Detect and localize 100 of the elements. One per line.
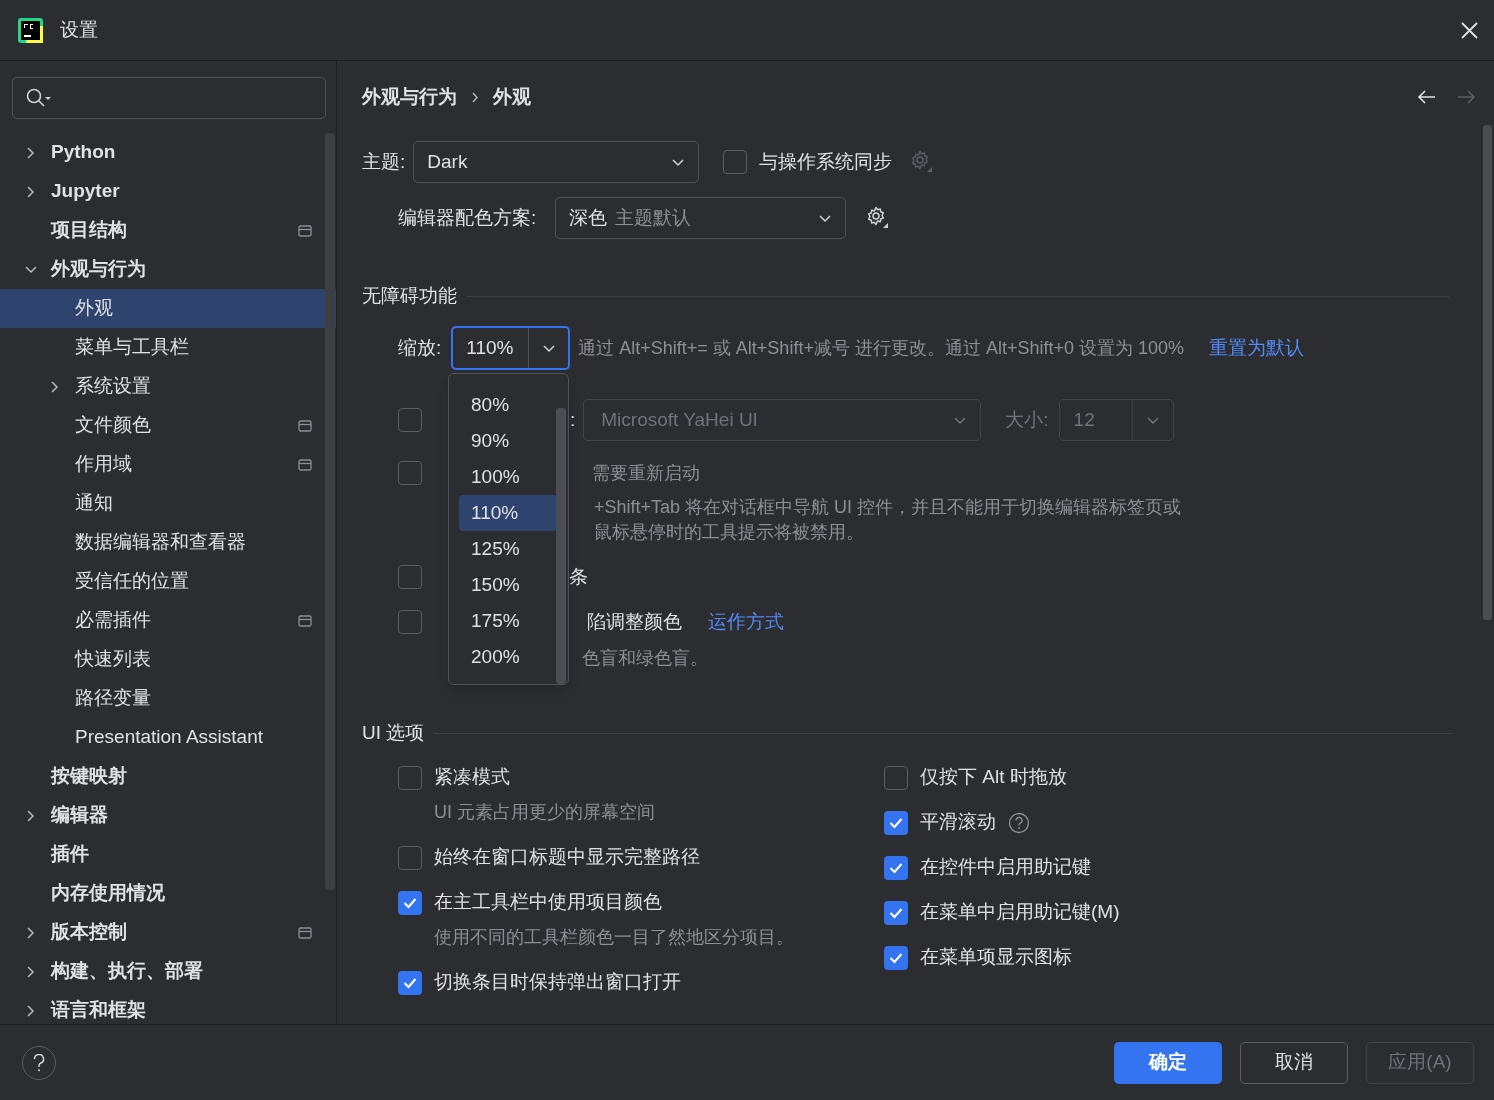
checkbox-label: 仅按下 Alt 时拖放 <box>920 765 1067 790</box>
description-text: 鼠标悬停时的工具提示将被禁用。 <box>594 521 864 544</box>
sidebar-item[interactable]: Presentation Assistant <box>0 718 336 757</box>
dialog-button[interactable]: 确定 <box>1114 1041 1222 1084</box>
search-icon <box>26 88 52 108</box>
sidebar-item[interactable]: 快速列表 <box>0 640 336 679</box>
sidebar-item[interactable]: 语言和框架 <box>0 991 336 1030</box>
sidebar-item[interactable]: Python <box>0 133 336 172</box>
sidebar-item[interactable]: Jupyter <box>0 172 336 211</box>
checkbox-label: 在菜单项显示图标 <box>920 945 1072 970</box>
checkbox-label: 在菜单中启用助记键(M) <box>920 900 1120 925</box>
question-mark-icon <box>33 1053 45 1072</box>
sidebar-item[interactable]: 版本控制 <box>0 913 336 952</box>
checkbox[interactable] <box>398 890 422 915</box>
chevron-down-icon <box>953 414 968 426</box>
dropdown-option[interactable]: 110% <box>459 495 557 531</box>
breadcrumb-item[interactable]: 外观与行为 <box>362 82 457 112</box>
chevron-down-icon <box>1145 414 1160 426</box>
checkbox[interactable] <box>398 461 422 485</box>
size-field: 12 <box>1058 399 1174 441</box>
chevron-down-icon <box>671 156 686 168</box>
sidebar-item[interactable]: 路径变量 <box>0 679 336 718</box>
checkmark-icon <box>889 861 903 874</box>
dialog-button[interactable]: 取消 <box>1240 1041 1348 1084</box>
sidebar-item[interactable]: 文件颜色 <box>0 406 336 445</box>
settings-icon[interactable] <box>866 206 891 230</box>
reset-link[interactable]: 重置为默认 <box>1209 333 1304 363</box>
description-text: UI 元素占用更少的屏幕空间 <box>433 801 656 824</box>
checkbox[interactable] <box>398 565 422 589</box>
checkbox-label: 陷调整颜色 <box>587 609 682 634</box>
checkmark-icon <box>889 906 903 919</box>
dropdown-option[interactable]: 90% <box>459 423 557 459</box>
dropdown-option[interactable]: 100% <box>459 459 557 495</box>
sidebar-item[interactable]: 通知 <box>0 484 336 523</box>
checkbox-label: 平滑滚动 <box>920 810 996 835</box>
checkbox[interactable] <box>884 945 908 970</box>
settings-icon <box>910 150 935 174</box>
checkbox[interactable] <box>398 408 422 432</box>
dropdown-option[interactable]: 200% <box>459 639 557 675</box>
checkmark-icon <box>889 816 903 829</box>
sidebar-item[interactable]: 作用域 <box>0 445 336 484</box>
checkbox[interactable] <box>398 845 422 870</box>
app-logo-icon <box>18 17 43 43</box>
sidebar-item[interactable]: 数据编辑器和查看器 <box>0 523 336 562</box>
sidebar-item[interactable]: 项目结构 <box>0 211 336 250</box>
checkbox[interactable] <box>884 765 908 790</box>
checkbox-label: 紧凑模式 <box>434 765 510 790</box>
search-field[interactable] <box>12 77 326 119</box>
sidebar-item[interactable]: 外观 <box>0 289 336 328</box>
description-text: 使用不同的工具栏颜色一目了然地区分项目。 <box>433 926 795 949</box>
field-label: 缩放: <box>398 335 442 360</box>
checkmark-icon <box>889 951 903 964</box>
sidebar-item[interactable]: 外观与行为 <box>0 250 336 289</box>
help-link[interactable]: 运作方式 <box>708 607 784 637</box>
sidebar-item[interactable]: 插件 <box>0 835 336 874</box>
dropdown-option[interactable]: 125% <box>459 531 557 567</box>
scrollbar[interactable] <box>556 408 566 684</box>
theme-dropdown[interactable]: Dark <box>413 141 700 183</box>
description-text: +Shift+Tab 将在对话框中导航 UI 控件，并且不能用于切换编辑器标签页或 <box>594 496 1182 519</box>
checkbox[interactable] <box>884 900 908 925</box>
sidebar-item[interactable]: 按键映射 <box>0 757 336 796</box>
forward-arrow-icon[interactable] <box>1456 89 1476 105</box>
checkbox[interactable] <box>398 765 422 790</box>
back-arrow-icon[interactable] <box>1417 89 1437 105</box>
sidebar-item[interactable]: 系统设置 <box>0 367 336 406</box>
breadcrumb-item[interactable]: 外观 <box>493 82 531 112</box>
checkbox[interactable] <box>884 855 908 880</box>
sidebar-item[interactable]: 必需插件 <box>0 601 336 640</box>
sidebar-item[interactable]: 构建、执行、部署 <box>0 952 336 991</box>
checkbox[interactable] <box>723 150 748 174</box>
checkbox-label: 始终在窗口标题中显示完整路径 <box>434 845 700 870</box>
dropdown-option[interactable]: 175% <box>459 603 557 639</box>
field-label: 编辑器配色方案: <box>398 205 537 230</box>
breadcrumb-separator-icon <box>471 91 479 103</box>
chevron-down-icon <box>542 342 557 354</box>
zoom-dropdown[interactable]: 110% <box>451 326 571 370</box>
sidebar-item[interactable]: 受信任的位置 <box>0 562 336 601</box>
window-title: 设置 <box>60 17 98 42</box>
checkbox-label: 切换条目时保持弹出窗口打开 <box>434 970 681 995</box>
checkbox[interactable] <box>884 810 908 835</box>
sidebar-item[interactable]: 内存使用情况 <box>0 874 336 913</box>
checkbox[interactable] <box>398 970 422 995</box>
color-scheme-dropdown[interactable]: 深色 主题默认 <box>555 197 847 239</box>
checkbox-label: 条 <box>569 564 588 589</box>
checkbox-label: 与操作系统同步 <box>759 149 893 174</box>
dropdown-option[interactable]: 150% <box>459 567 557 603</box>
close-icon[interactable] <box>1461 21 1478 39</box>
chevron-down-icon <box>818 212 833 224</box>
checkmark-icon <box>403 976 417 989</box>
scrollbar[interactable] <box>325 133 335 890</box>
sidebar-item[interactable]: 编辑器 <box>0 796 336 835</box>
checkbox-label: 在主工具栏中使用项目颜色 <box>434 890 662 915</box>
checkbox[interactable] <box>398 610 422 634</box>
sidebar-item[interactable]: 菜单与工具栏 <box>0 328 336 367</box>
scrollbar[interactable] <box>1483 125 1492 620</box>
hint-text: 通过 Alt+Shift+= 或 Alt+Shift+减号 进行更改。通过 Alt+Shift+0 设置为 100% <box>578 336 1184 360</box>
field-label: 大小: <box>1005 407 1049 432</box>
dropdown-option[interactable]: 80% <box>459 387 557 423</box>
hint-text: 需要重新启动 <box>592 461 700 485</box>
checkmark-icon <box>403 896 417 909</box>
